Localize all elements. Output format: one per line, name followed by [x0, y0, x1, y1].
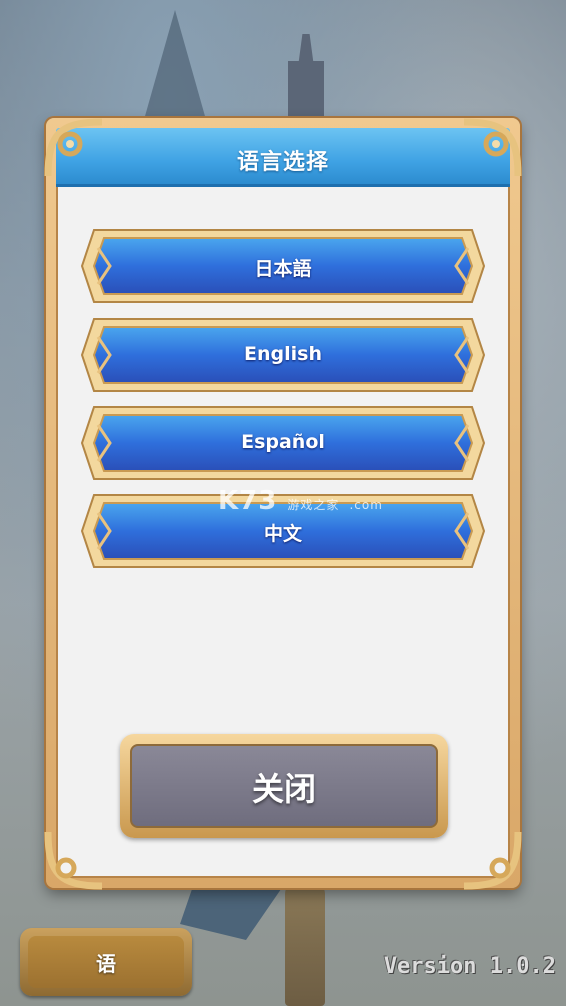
- toggle-label: 语: [96, 952, 116, 976]
- language-label: 日本語: [254, 258, 312, 280]
- hero-figure: [285, 880, 325, 1006]
- language-option-spanish[interactable]: Español: [80, 405, 486, 481]
- watermark-sub: 游戏之家: [287, 498, 340, 512]
- language-label: 中文: [263, 523, 302, 545]
- language-option-english[interactable]: English: [80, 317, 486, 393]
- language-label: English: [244, 343, 322, 365]
- watermark-brand: K73: [218, 486, 278, 516]
- watermark: K73 游戏之家 .com: [218, 486, 383, 516]
- close-button[interactable]: 关闭: [120, 734, 448, 838]
- watermark-domain: .com: [349, 498, 383, 512]
- corner-ornament-icon: [40, 824, 110, 894]
- language-label: Español: [241, 431, 325, 453]
- corner-ornament-icon: [40, 114, 110, 184]
- version-label: Version 1.0.2: [383, 954, 556, 979]
- dialog-title-bar: 语言选择: [56, 128, 510, 187]
- dialog-title: 语言选择: [236, 150, 329, 175]
- language-option-japanese[interactable]: 日本語: [80, 228, 486, 304]
- corner-ornament-icon: [456, 114, 526, 184]
- language-toggle-button[interactable]: 语: [20, 928, 192, 996]
- close-button-label: 关闭: [251, 770, 316, 808]
- corner-ornament-icon: [456, 824, 526, 894]
